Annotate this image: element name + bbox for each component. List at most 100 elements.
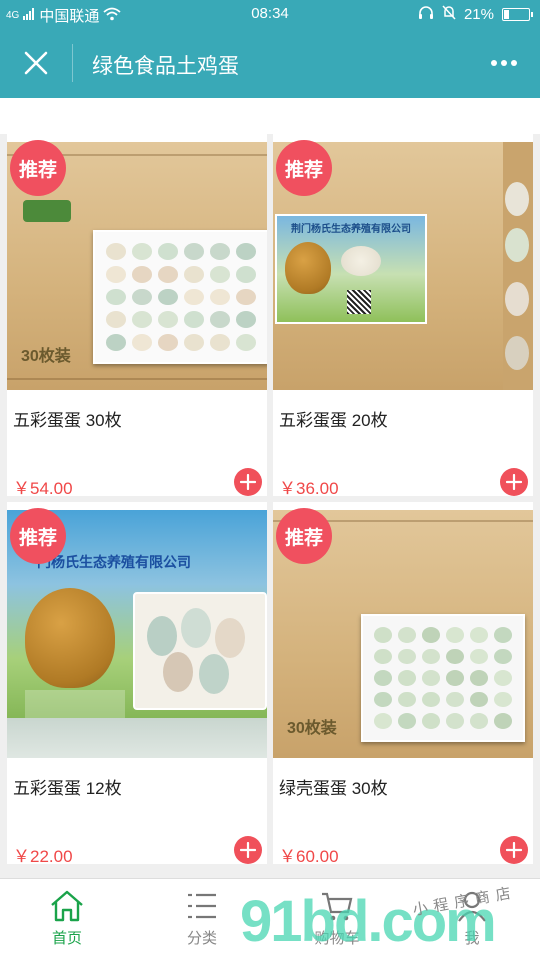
nav-cart-label: 购物车 [314,930,360,947]
product-name[interactable]: 五彩蛋蛋 12枚 [13,774,122,799]
egg [236,334,256,351]
egg [184,311,204,329]
egg [184,265,204,283]
more-options-button[interactable] [486,54,522,72]
egg [132,311,152,329]
egg [398,691,416,708]
product-sticker: 荆门杨氏生态养殖有限公司 [275,214,427,324]
recommend-badge: 推荐 [276,508,332,564]
battery-percent: 21% [463,6,494,23]
egg [422,648,440,665]
egg [236,311,256,329]
egg [374,691,392,708]
list-icon [188,893,216,919]
egg [470,627,488,643]
egg [106,311,126,329]
close-icon [24,51,48,75]
egg [446,670,464,686]
nav-home-label: 首页 [51,930,82,947]
egg [494,627,512,643]
egg [446,713,464,729]
sticker-title: 荆门杨氏生态养殖有限公司 [291,224,411,235]
product-grid: 30枚装 推荐 五彩蛋蛋 30枚 ￥54.00 荆门杨氏生态养殖有限公司 推荐 … [0,134,540,878]
header: 绿色食品土鸡蛋 [0,28,540,98]
recommend-badge: 推荐 [10,508,66,564]
product-card[interactable]: 门杨氏生态养殖有限公司 推荐 五彩蛋蛋 12枚 ￥22.00 [7,502,267,864]
add-to-cart-button[interactable] [500,836,528,864]
egg [446,691,464,708]
product-name[interactable]: 五彩蛋蛋 30枚 [13,406,122,431]
egg [446,627,464,643]
egg [158,311,178,329]
recommend-badge: 推荐 [276,140,332,196]
egg [374,627,392,643]
more-dot-icon [491,60,497,66]
close-button[interactable] [18,48,54,78]
product-name[interactable]: 五彩蛋蛋 20枚 [279,406,388,431]
product-name[interactable]: 绿壳蛋蛋 30枚 [279,774,388,799]
status-bar: 4G 中国联通 08:34 21% [0,0,540,28]
nav-category[interactable]: 分类 [162,889,242,948]
egg [236,265,256,283]
egg [374,648,392,665]
egg [132,265,152,283]
egg [494,713,512,729]
cart-icon [322,892,353,921]
egg [494,691,512,708]
battery-icon [502,8,533,21]
product-card[interactable]: 荆门杨氏生态养殖有限公司 推荐 五彩蛋蛋 20枚 ￥36.00 [273,134,533,496]
qr-code [347,290,371,314]
page-title: 绿色食品土鸡蛋 [92,55,239,78]
egg [132,243,152,260]
egg [158,334,178,351]
nav-me[interactable]: 我 [432,889,512,948]
egg [236,243,256,260]
egg [494,670,512,686]
egg-tray [361,614,525,742]
add-to-cart-button[interactable] [234,836,262,864]
top-spacer [0,98,540,134]
product-card[interactable]: 30枚装 推荐 五彩蛋蛋 30枚 ￥54.00 [7,134,267,496]
more-dot-icon [511,60,517,66]
product-price: ￥36.00 [279,479,339,496]
egg [184,288,204,306]
egg [158,288,178,306]
status-bar-right: 21% [418,5,533,24]
egg [494,648,512,665]
headset-icon [418,5,434,24]
add-to-cart-button[interactable] [234,468,262,496]
egg [422,627,440,643]
header-divider [72,44,73,82]
more-dot-icon [501,60,507,66]
egg [374,670,392,686]
egg [470,713,488,729]
nav-cart[interactable]: 购物车 [297,889,377,948]
egg-tray [93,230,267,364]
user-icon [458,891,486,922]
mute-bell-icon [442,5,456,24]
box-label: 30枚装 [287,720,337,737]
egg [210,334,230,351]
egg [470,670,488,686]
plus-icon [506,842,522,858]
egg [398,713,416,729]
nav-category-label: 分类 [186,930,217,947]
product-card[interactable]: 30枚装 推荐 绿壳蛋蛋 30枚 ￥60.00 [273,502,533,864]
egg [236,288,256,306]
add-to-cart-button[interactable] [500,468,528,496]
product-price: ￥54.00 [13,479,73,496]
product-price: ￥22.00 [13,847,73,864]
egg [470,648,488,665]
plus-icon [506,474,522,490]
nav-me-label: 我 [464,930,480,947]
egg [398,670,416,686]
plus-icon [240,474,256,490]
egg [210,243,230,260]
egg [210,288,230,306]
egg [210,311,230,329]
egg [422,691,440,708]
box-label: 30枚装 [21,348,71,365]
egg [184,243,204,260]
nav-home[interactable]: 首页 [27,889,107,948]
egg [106,265,126,283]
